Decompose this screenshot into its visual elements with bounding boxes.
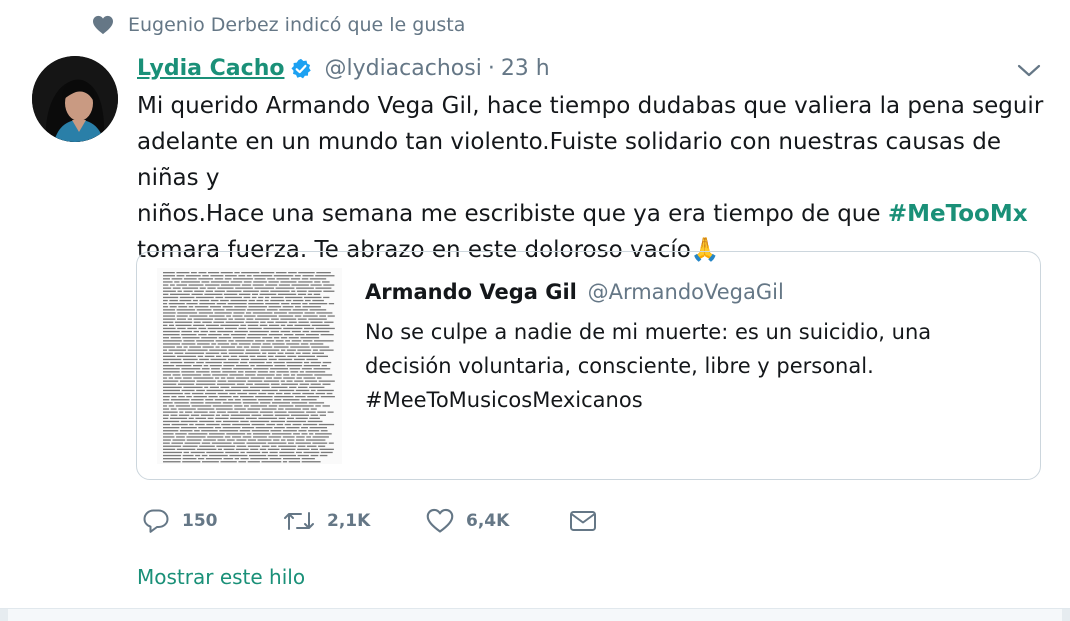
quoted-document-thumbnail[interactable]	[157, 268, 342, 464]
heart-outline-icon	[426, 508, 454, 534]
tweet-actions: 150 2,1K 6,4K	[142, 508, 597, 534]
reply-icon	[142, 508, 170, 534]
tweet-text: Mi querido Armando Vega Gil, hace tiempo…	[137, 88, 1057, 268]
social-context: Eugenio Derbez indicó que le gusta	[92, 14, 465, 36]
separator-dot: ·	[487, 56, 495, 81]
envelope-icon	[569, 510, 597, 532]
retweet-icon	[283, 509, 315, 533]
heart-icon	[92, 15, 114, 35]
direct-message-button[interactable]	[569, 510, 597, 532]
retweet-count: 2,1K	[327, 511, 371, 531]
author-handle[interactable]: @lydiacachosi	[324, 56, 481, 81]
quoted-text-line: decisión voluntaria, consciente, libre y…	[365, 354, 874, 378]
like-button[interactable]: 6,4K	[426, 508, 569, 534]
hashtag-link[interactable]: #MeTooMx	[888, 201, 1028, 227]
like-count: 6,4K	[466, 511, 510, 531]
quoted-tweet-header: Armando Vega Gil @ArmandoVegaGil	[365, 280, 784, 304]
tweet-text-segment: niños.Hace una semana me escribiste que …	[137, 201, 888, 227]
avatar[interactable]	[32, 56, 118, 142]
reply-count: 150	[182, 511, 218, 531]
tweet-text-line: Mi querido Armando Vega Gil, hace tiempo…	[137, 93, 1044, 119]
author-name[interactable]: Lydia Cacho	[137, 56, 284, 81]
quoted-tweet-card[interactable]: Armando Vega Gil @ArmandoVegaGil No se c…	[136, 251, 1041, 480]
quoted-tweet-text: No se culpe a nadie de mi muerte: es un …	[365, 315, 1015, 417]
timestamp[interactable]: 23 h	[501, 56, 550, 81]
tweet-text-line: niños.Hace una semana me escribiste que …	[137, 196, 1057, 232]
timeline-divider	[0, 608, 1070, 621]
show-thread-link[interactable]: Mostrar este hilo	[137, 565, 305, 589]
tweet-header: Lydia Cacho @lydiacachosi · 23 h	[137, 56, 550, 81]
quoted-text-line: No se culpe a nadie de mi muerte: es un …	[365, 320, 932, 344]
reply-button[interactable]: 150	[142, 508, 283, 534]
quoted-hashtag[interactable]: #MeeToMusicosMexicanos	[365, 383, 1015, 417]
tweet-text-line: adelante en un mundo tan violento.Fuiste…	[137, 129, 1001, 191]
chevron-down-icon[interactable]	[1016, 62, 1042, 80]
social-context-text[interactable]: Eugenio Derbez indicó que le gusta	[128, 14, 465, 36]
retweet-button[interactable]: 2,1K	[283, 509, 426, 533]
quoted-author-name[interactable]: Armando Vega Gil	[365, 280, 577, 304]
verified-icon	[290, 58, 312, 80]
quoted-author-handle[interactable]: @ArmandoVegaGil	[588, 280, 784, 304]
